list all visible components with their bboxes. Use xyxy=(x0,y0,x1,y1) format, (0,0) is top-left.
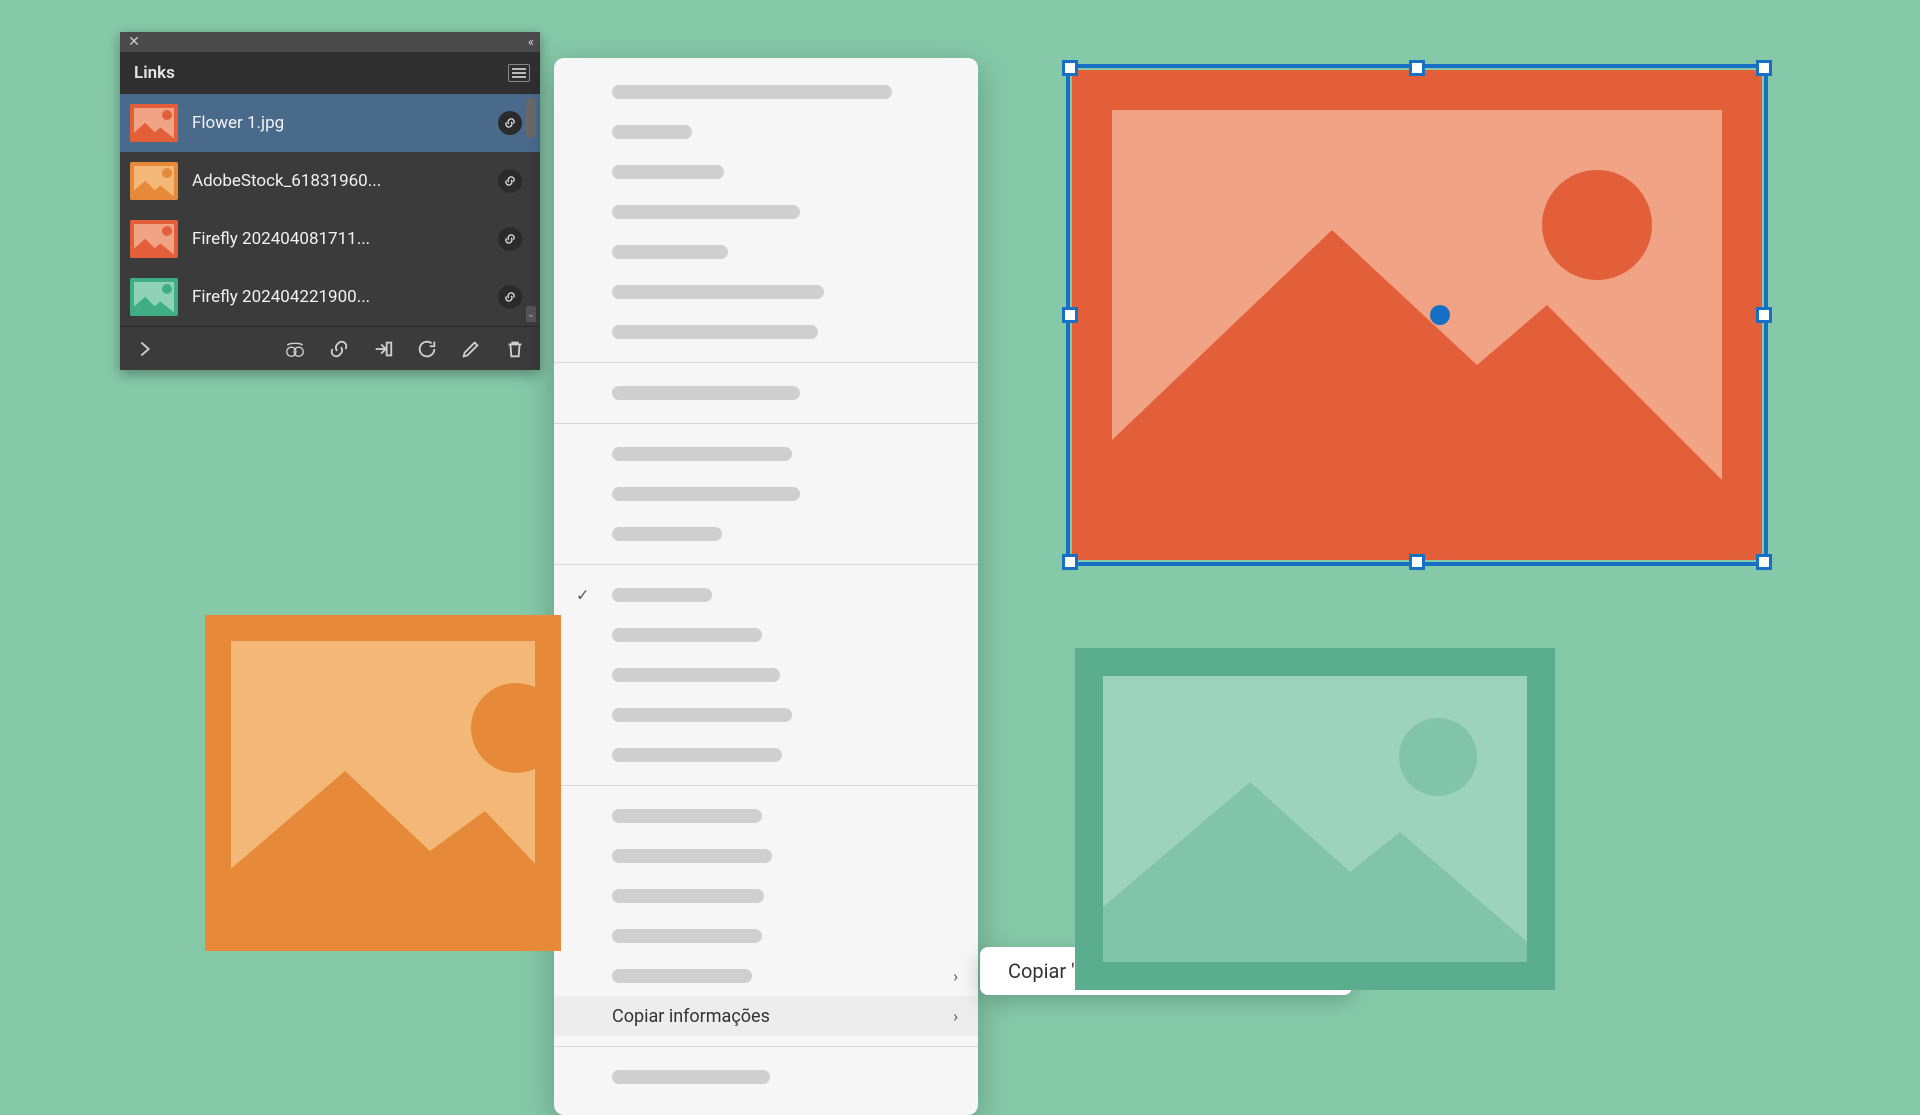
relink-icon[interactable] xyxy=(328,338,350,360)
menu-item[interactable] xyxy=(554,152,978,192)
menu-item-placeholder xyxy=(612,708,792,722)
menu-item-placeholder xyxy=(612,748,782,762)
menu-item-placeholder xyxy=(612,628,762,642)
panel-footer xyxy=(120,326,540,370)
scrollbar-thumb[interactable] xyxy=(526,98,536,138)
selection-handle-mr[interactable] xyxy=(1756,307,1772,323)
close-icon[interactable]: ✕ xyxy=(126,34,142,50)
link-status-icon xyxy=(498,111,522,135)
menu-item-placeholder xyxy=(612,889,764,903)
collapse-icon[interactable]: « xyxy=(528,35,534,50)
menu-item-placeholder xyxy=(612,487,800,501)
menu-item-placeholder xyxy=(612,285,824,299)
menu-item[interactable] xyxy=(554,655,978,695)
menu-item[interactable] xyxy=(554,434,978,474)
context-menu: ✓ › Copiar informações › xyxy=(554,58,978,1115)
link-status-icon xyxy=(498,227,522,251)
menu-item[interactable] xyxy=(554,232,978,272)
menu-item-placeholder xyxy=(612,386,800,400)
menu-item-placeholder xyxy=(612,849,772,863)
menu-item-placeholder xyxy=(612,245,728,259)
links-row[interactable]: Flower 1.jpg xyxy=(120,94,540,152)
goto-link-icon[interactable] xyxy=(372,338,394,360)
disclosure-icon[interactable] xyxy=(134,338,156,360)
mountain-shape xyxy=(1075,742,1555,962)
menu-item[interactable] xyxy=(554,735,978,775)
selection-handle-tr[interactable] xyxy=(1756,60,1772,76)
link-thumbnail xyxy=(130,104,178,142)
link-filename: Firefly 202404081711... xyxy=(192,229,484,249)
link-filename: AdobeStock_61831960... xyxy=(192,171,484,191)
links-list: ⌄ Flower 1.jpg AdobeStock_61831960... Fire… xyxy=(120,94,540,326)
menu-item[interactable] xyxy=(554,112,978,152)
chevron-right-icon: › xyxy=(953,967,958,986)
edit-original-icon[interactable] xyxy=(460,338,482,360)
scrollbar-down[interactable]: ⌄ xyxy=(526,306,536,322)
menu-item[interactable] xyxy=(554,373,978,413)
selection-handle-ml[interactable] xyxy=(1062,307,1078,323)
menu-item-placeholder xyxy=(612,85,892,99)
selection-outline xyxy=(1066,64,1768,566)
link-thumbnail xyxy=(130,278,178,316)
panel-menu-button[interactable] xyxy=(508,64,530,82)
links-row[interactable]: Firefly 202404081711... xyxy=(120,210,540,268)
menu-item[interactable]: ✓ xyxy=(554,575,978,615)
link-thumbnail xyxy=(130,220,178,258)
menu-item[interactable] xyxy=(554,916,978,956)
menu-item[interactable] xyxy=(554,796,978,836)
panel-title: Links xyxy=(134,63,175,83)
selection-handle-br[interactable] xyxy=(1756,554,1772,570)
link-thumbnail xyxy=(130,162,178,200)
menu-item-placeholder xyxy=(612,969,752,983)
menu-item-placeholder xyxy=(612,929,762,943)
links-panel: ✕ « Links ⌄ Flower 1.jpg AdobeStock_61831… xyxy=(120,32,540,370)
link-status-icon xyxy=(498,169,522,193)
selection-handle-tm[interactable] xyxy=(1409,60,1425,76)
links-row[interactable]: Firefly 202404221900... xyxy=(120,268,540,326)
chevron-right-icon: › xyxy=(953,1007,958,1026)
menu-item[interactable] xyxy=(554,615,978,655)
menu-item[interactable] xyxy=(554,695,978,735)
menu-item[interactable] xyxy=(554,1057,978,1097)
links-row[interactable]: AdobeStock_61831960... xyxy=(120,152,540,210)
menu-item-placeholder xyxy=(612,205,800,219)
panel-topbar: ✕ « xyxy=(120,32,540,52)
menu-item-placeholder xyxy=(612,1070,770,1084)
menu-item[interactable] xyxy=(554,876,978,916)
menu-item-copy-info[interactable]: Copiar informações › xyxy=(554,996,978,1036)
menu-item[interactable] xyxy=(554,836,978,876)
mountain-shape xyxy=(205,721,561,951)
check-icon: ✓ xyxy=(576,586,589,605)
menu-item[interactable]: › xyxy=(554,956,978,996)
selection-center[interactable] xyxy=(1430,305,1450,325)
menu-item[interactable] xyxy=(554,192,978,232)
update-link-icon[interactable] xyxy=(416,338,438,360)
selection-handle-bl[interactable] xyxy=(1062,554,1078,570)
menu-item-placeholder xyxy=(612,125,692,139)
placed-image-teal[interactable] xyxy=(1075,648,1555,990)
trash-icon[interactable] xyxy=(504,338,526,360)
menu-item[interactable] xyxy=(554,474,978,514)
panel-header: Links xyxy=(120,52,540,94)
menu-item-label: Copiar informações xyxy=(612,1006,770,1027)
link-filename: Flower 1.jpg xyxy=(192,113,484,133)
menu-item-placeholder xyxy=(612,447,792,461)
link-status-icon xyxy=(498,285,522,309)
menu-item[interactable] xyxy=(554,514,978,554)
menu-item-placeholder xyxy=(612,165,724,179)
menu-item-placeholder xyxy=(612,668,780,682)
menu-item-placeholder xyxy=(612,527,722,541)
menu-item-placeholder xyxy=(612,325,818,339)
selection-handle-bm[interactable] xyxy=(1409,554,1425,570)
link-filename: Firefly 202404221900... xyxy=(192,287,484,307)
relink-cc-icon[interactable] xyxy=(284,338,306,360)
placed-image-orange-small[interactable] xyxy=(205,615,561,951)
selection-handle-tl[interactable] xyxy=(1062,60,1078,76)
menu-item[interactable] xyxy=(554,72,978,112)
menu-item-placeholder xyxy=(612,588,712,602)
menu-item-placeholder xyxy=(612,809,762,823)
menu-item[interactable] xyxy=(554,272,978,312)
menu-item[interactable] xyxy=(554,312,978,352)
